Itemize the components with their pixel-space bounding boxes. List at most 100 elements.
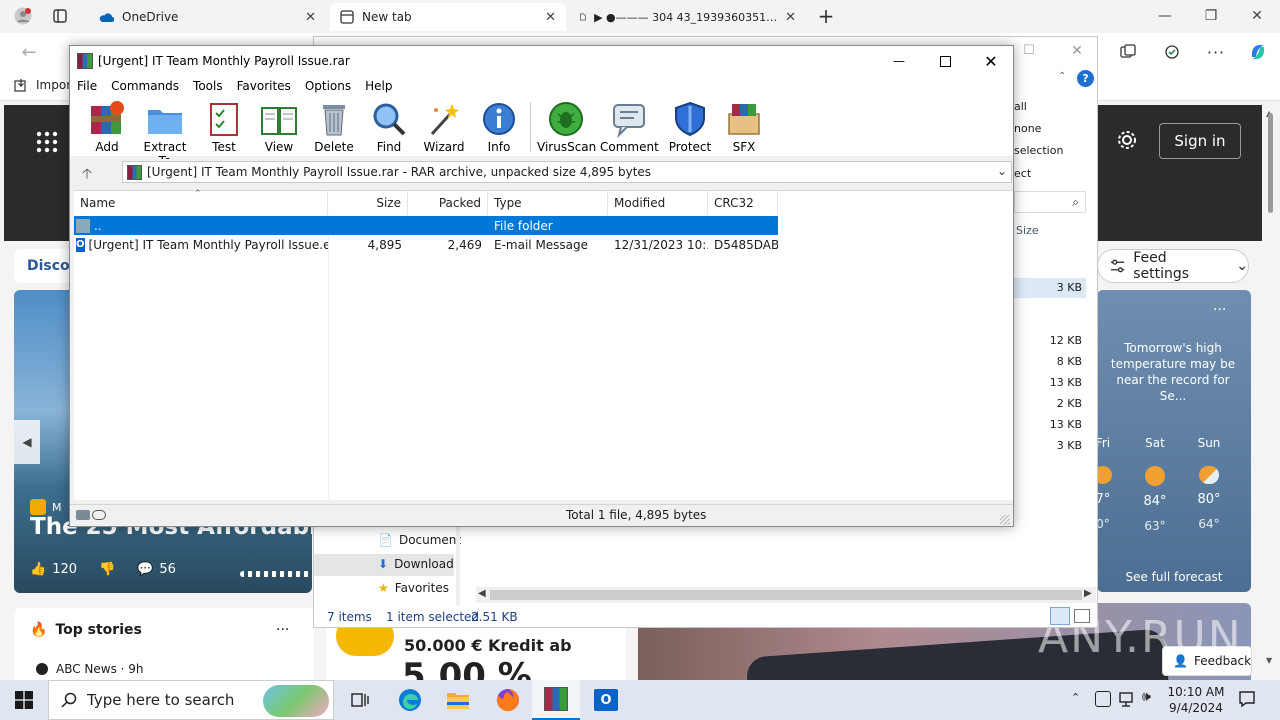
like-button[interactable]: 👍 120 xyxy=(30,562,77,577)
menu-favorites[interactable]: Favorites xyxy=(230,79,298,93)
volume-icon[interactable]: 🕪 xyxy=(1142,689,1151,705)
column-header-modified[interactable]: Modified xyxy=(608,191,708,215)
sign-in-button[interactable]: Sign in xyxy=(1159,123,1241,159)
menu-file[interactable]: File xyxy=(70,79,104,93)
taskbar-search-box[interactable]: Type here to search xyxy=(48,680,334,720)
winrar-title-bar[interactable]: [Urgent] IT Team Monthly Payroll Issue.r… xyxy=(70,46,1013,76)
delete-button[interactable]: Delete xyxy=(305,100,363,154)
more-options-icon[interactable]: ··· xyxy=(1213,302,1226,318)
thumbs-down-icon[interactable]: 👎 xyxy=(99,562,115,577)
firefox-taskbar-button[interactable] xyxy=(484,680,532,720)
network-icon[interactable] xyxy=(1118,690,1136,708)
device-icon[interactable] xyxy=(1095,691,1111,707)
maximize-button[interactable] xyxy=(922,46,968,76)
restore-browser-button[interactable]: ❐ xyxy=(1188,0,1234,32)
table-row[interactable]: O [Urgent] IT Team Monthly Payroll Issue.… xyxy=(74,235,778,254)
edge-taskbar-button[interactable] xyxy=(386,680,434,720)
page-scrollbar[interactable]: ▲ ▼ xyxy=(1262,101,1280,681)
menu-help[interactable]: Help xyxy=(358,79,399,93)
ad-card[interactable]: 50.000 € Kredit ab 5,00 % xyxy=(326,616,626,681)
weather-alert[interactable]: Tomorrow's high temperature may be near … xyxy=(1103,340,1243,404)
large-icons-view-icon[interactable] xyxy=(1074,609,1090,623)
invert-selection-button[interactable]: selection xyxy=(1014,144,1063,157)
column-header-type[interactable]: Type xyxy=(488,191,608,215)
tab-onedrive[interactable]: OneDrive ✕ xyxy=(88,3,326,31)
comment-button[interactable]: 💬 56 xyxy=(137,562,176,577)
up-arrow-icon[interactable]: 🡡 xyxy=(82,163,92,187)
new-tab-button[interactable]: + xyxy=(812,4,840,28)
select-none-button[interactable]: none xyxy=(1014,122,1041,135)
menu-options[interactable]: Options xyxy=(298,79,358,93)
sfx-button[interactable]: SFX xyxy=(715,100,773,154)
close-browser-button[interactable]: ✕ xyxy=(1234,0,1280,32)
clock[interactable]: 10:10 AM 9/4/2024 xyxy=(1164,684,1228,716)
nav-item-documents[interactable]: 📄 Document xyxy=(378,533,461,547)
extensions-icon[interactable] xyxy=(1156,36,1188,68)
wizard-button[interactable]: Wizard xyxy=(415,100,473,154)
carousel-prev-icon[interactable]: ◀ xyxy=(14,420,40,464)
table-row[interactable]: .. File folder xyxy=(74,216,778,235)
close-button[interactable]: ✕ xyxy=(968,46,1014,76)
weather-card[interactable]: ··· Tomorrow's high temperature may be n… xyxy=(1097,290,1251,592)
settings-gear-icon[interactable] xyxy=(1116,129,1138,151)
tab-media[interactable]: ▶ ●——— 304 43_1939360351… ✕ xyxy=(570,3,806,31)
test-button[interactable]: Test xyxy=(195,100,253,154)
details-view-icon[interactable] xyxy=(1050,607,1070,625)
show-hidden-icons-icon[interactable]: ⌃ xyxy=(1071,691,1080,704)
horizontal-scrollbar[interactable]: ◀ ▶ xyxy=(476,587,1096,603)
close-icon[interactable]: ✕ xyxy=(1062,43,1092,63)
search-box[interactable]: ⌕ xyxy=(1014,191,1086,213)
profile-icon[interactable] xyxy=(8,5,38,27)
column-header-name[interactable]: Name ⌃ xyxy=(74,189,328,215)
minimize-button[interactable]: — xyxy=(876,46,922,76)
select-all-button[interactable]: all xyxy=(1014,100,1027,113)
protect-button[interactable]: Protect xyxy=(661,100,719,154)
chevron-down-icon[interactable]: ⌄ xyxy=(997,164,1007,178)
close-tab-icon[interactable]: ✕ xyxy=(545,10,556,25)
tab-new-tab[interactable]: New tab ✕ xyxy=(330,3,566,31)
minimize-browser-button[interactable]: — xyxy=(1142,0,1188,32)
menu-tools[interactable]: Tools xyxy=(186,79,230,93)
add-button[interactable]: Add xyxy=(78,100,136,154)
start-button[interactable] xyxy=(0,680,48,720)
nav-item-downloads[interactable]: ⬇ Download xyxy=(378,557,454,571)
info-button[interactable]: Info xyxy=(470,100,528,154)
copilot-icon[interactable] xyxy=(1242,36,1274,68)
view-button[interactable]: View xyxy=(250,100,308,154)
close-tab-icon[interactable]: ✕ xyxy=(785,10,796,25)
resize-grip[interactable] xyxy=(1000,515,1010,525)
notifications-icon[interactable] xyxy=(1238,690,1256,708)
see-full-forecast-link[interactable]: See full forecast xyxy=(1097,570,1251,584)
split-screen-icon[interactable] xyxy=(1112,36,1144,68)
winrar-taskbar-button[interactable] xyxy=(532,680,580,720)
more-options-icon[interactable]: ··· xyxy=(1200,36,1232,68)
feed-settings-button[interactable]: Feed settings ⌄ xyxy=(1097,249,1249,283)
find-button[interactable]: Find xyxy=(360,100,418,154)
column-header-size[interactable]: Size xyxy=(328,191,408,215)
extract-to-button[interactable]: Extract To xyxy=(136,100,194,168)
menu-commands[interactable]: Commands xyxy=(104,79,186,93)
tab-actions-icon[interactable] xyxy=(46,5,74,27)
archive-path-field[interactable]: [Urgent] IT Team Monthly Payroll Issue.r… xyxy=(122,161,1012,183)
back-arrow-icon[interactable]: ← xyxy=(16,39,42,65)
maximize-icon[interactable]: ☐ xyxy=(1014,43,1044,63)
task-view-button[interactable] xyxy=(336,680,384,720)
help-icon[interactable]: ? xyxy=(1077,70,1094,87)
close-tab-icon[interactable]: ✕ xyxy=(305,10,316,25)
discover-tab[interactable]: Discov xyxy=(14,249,79,283)
import-favorites-button[interactable]: Impor xyxy=(14,78,71,92)
carousel-dots[interactable] xyxy=(240,571,310,577)
file-explorer-taskbar-button[interactable] xyxy=(434,680,482,720)
size-column-header[interactable]: Size xyxy=(1016,224,1039,237)
column-header-crc32[interactable]: CRC32 xyxy=(708,191,778,215)
column-header-packed[interactable]: Packed xyxy=(408,191,488,215)
apps-grid-icon[interactable] xyxy=(36,131,58,153)
story-source[interactable]: ABC News · 9h xyxy=(36,662,144,676)
comment-button[interactable]: Comment xyxy=(600,100,659,154)
outlook-taskbar-button[interactable]: O xyxy=(582,680,630,720)
more-options-icon[interactable]: ··· xyxy=(276,622,289,638)
collapse-ribbon-icon[interactable]: ⌃ xyxy=(1058,71,1066,82)
virusscan-button[interactable]: VirusScan xyxy=(537,100,596,154)
nav-scrollbar[interactable] xyxy=(456,527,460,605)
nav-item-favorites[interactable]: ★ Favorites xyxy=(378,581,449,595)
